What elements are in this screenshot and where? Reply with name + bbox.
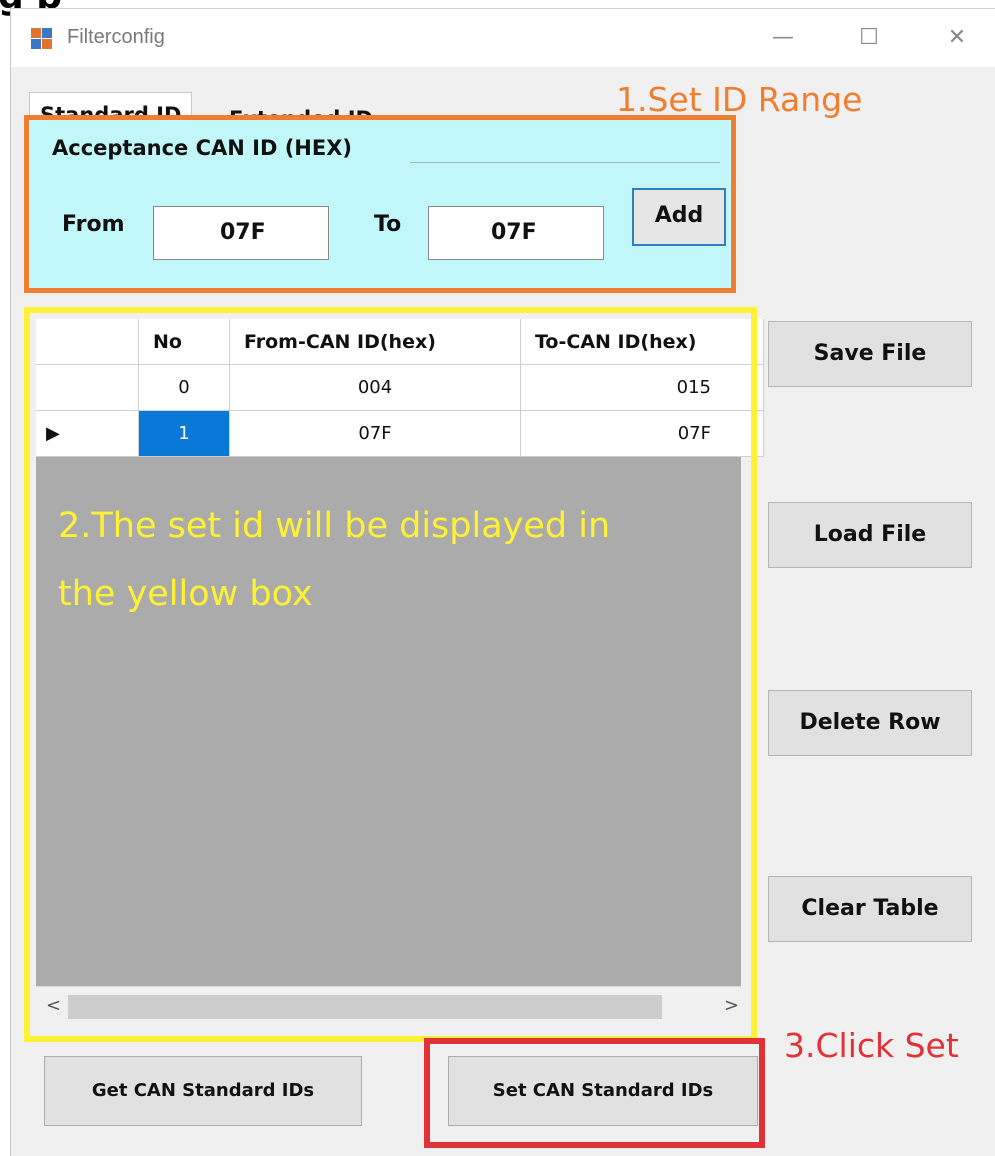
close-button[interactable]: ✕: [937, 21, 977, 55]
clear-table-button[interactable]: Clear Table: [768, 876, 972, 942]
annotation-step-3: 3.Click Set: [784, 1026, 959, 1065]
delete-row-button[interactable]: Delete Row: [768, 690, 972, 756]
minimize-button[interactable]: —: [763, 21, 803, 55]
maximize-button[interactable]: ☐: [849, 21, 889, 55]
window-title: Filterconfig: [67, 26, 165, 48]
save-file-button[interactable]: Save File: [768, 321, 972, 387]
title-bar[interactable]: Filterconfig — ☐ ✕: [11, 9, 995, 67]
app-window-icon: [31, 28, 53, 50]
annotation-box-red: [424, 1038, 765, 1148]
annotation-box-yellow: [24, 307, 757, 1042]
load-file-button[interactable]: Load File: [768, 502, 972, 568]
annotation-box-orange: [24, 115, 736, 293]
annotation-step-1: 1.Set ID Range: [616, 80, 863, 119]
get-standard-ids-button[interactable]: Get CAN Standard IDs: [44, 1056, 362, 1126]
